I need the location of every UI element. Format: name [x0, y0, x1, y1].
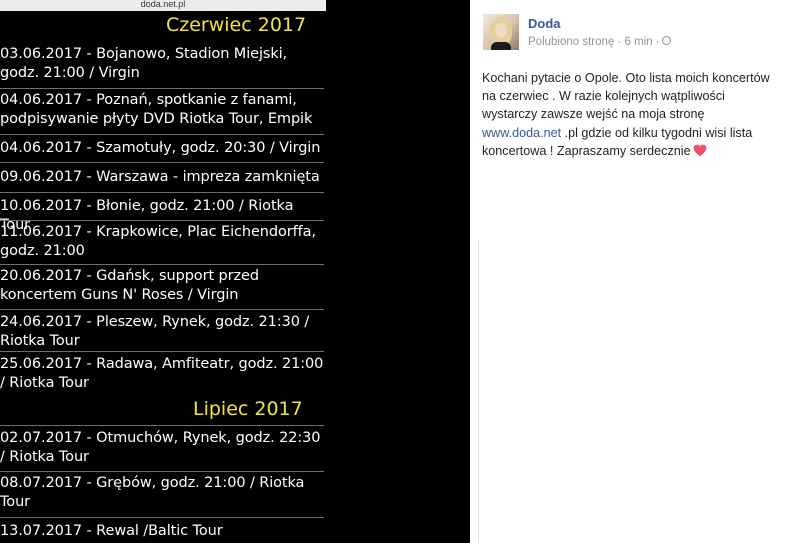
globe-icon[interactable]	[662, 36, 671, 45]
concert-entry-text: 11.06.2017 - Krapkowice, Plac Eichendorf…	[0, 224, 316, 259]
concert-entry: 02.07.2017 - Otmuchów, Rynek, godz. 22:3…	[0, 429, 326, 467]
divider	[0, 309, 324, 310]
divider	[0, 88, 324, 89]
post-text: Kochani pytacie o Opole. Oto lista moich…	[482, 69, 782, 160]
concert-entry: 25.06.2017 - Radawa, Amfiteatr, godz. 21…	[0, 355, 326, 393]
divider	[0, 134, 324, 135]
concert-entry-text: 25.06.2017 - Radawa, Amfiteatr, godz. 21…	[0, 356, 324, 391]
concert-entry-text: 13.07.2017 - Rewal /Baltic Tour	[0, 523, 223, 539]
divider	[0, 351, 324, 352]
concert-entry-text: 03.06.2017 - Bojanowo, Stadion Miejski, …	[0, 46, 288, 81]
divider	[0, 162, 324, 163]
heart-icon	[693, 144, 707, 157]
post-text-part: Kochani pytacie o Opole. Oto lista moich…	[482, 71, 770, 122]
concert-entry: 20.06.2017 - Gdańsk, support przed konce…	[0, 267, 326, 305]
divider	[0, 192, 324, 193]
concert-entry: 03.06.2017 - Bojanowo, Stadion Miejski, …	[0, 45, 326, 83]
post-meta: Polubiono stronę · 6 min ·	[528, 36, 660, 48]
site-url-bar: doda.net.pl	[0, 0, 326, 11]
divider	[0, 471, 324, 472]
concert-entry: 04.06.2017 - Poznań, spotkanie z fanami,…	[0, 91, 326, 129]
concert-entry-text: 08.07.2017 - Grębów, godz. 21:00 / Riotk…	[0, 475, 305, 510]
author-name[interactable]: Doda	[528, 16, 561, 31]
month-header-july: Lipiec 2017	[193, 398, 303, 420]
concert-schedule-image[interactable]: doda.net.pl Czerwiec 2017 03.06.2017 - B…	[0, 0, 470, 543]
avatar[interactable]	[483, 14, 519, 50]
concert-entry-text: 24.06.2017 - Pleszew, Rynek, godz. 21:30…	[0, 314, 310, 349]
concert-entry-text: 04.06.2017 - Poznań, spotkanie z fanami,…	[0, 92, 313, 127]
concert-entry-text: 20.06.2017 - Gdańsk, support przed konce…	[0, 268, 259, 303]
concert-entry: 13.07.2017 - Rewal /Baltic Tour	[0, 522, 326, 541]
concert-entry: 09.06.2017 - Warszawa - impreza zamknięt…	[0, 168, 326, 187]
divider	[0, 264, 324, 265]
concert-entry: 24.06.2017 - Pleszew, Rynek, godz. 21:30…	[0, 313, 326, 351]
concert-entry-text: 09.06.2017 - Warszawa - impreza zamknięt…	[0, 169, 320, 185]
concert-entry: 04.06.2017 - Szamotuły, godz. 20:30 / Vi…	[0, 139, 326, 158]
divider	[0, 425, 324, 426]
concert-entry: 11.06.2017 - Krapkowice, Plac Eichendorf…	[0, 223, 326, 261]
column-divider	[478, 240, 479, 543]
month-header-june: Czerwiec 2017	[166, 14, 307, 36]
concert-entry-text: 02.07.2017 - Otmuchów, Rynek, godz. 22:3…	[0, 430, 321, 465]
divider	[0, 220, 324, 221]
divider	[0, 517, 324, 518]
website-link[interactable]: www.doda.net	[482, 126, 561, 140]
concert-entry-text: 04.06.2017 - Szamotuły, godz. 20:30 / Vi…	[0, 140, 321, 156]
concert-entry: 08.07.2017 - Grębów, godz. 21:00 / Riotk…	[0, 474, 326, 512]
